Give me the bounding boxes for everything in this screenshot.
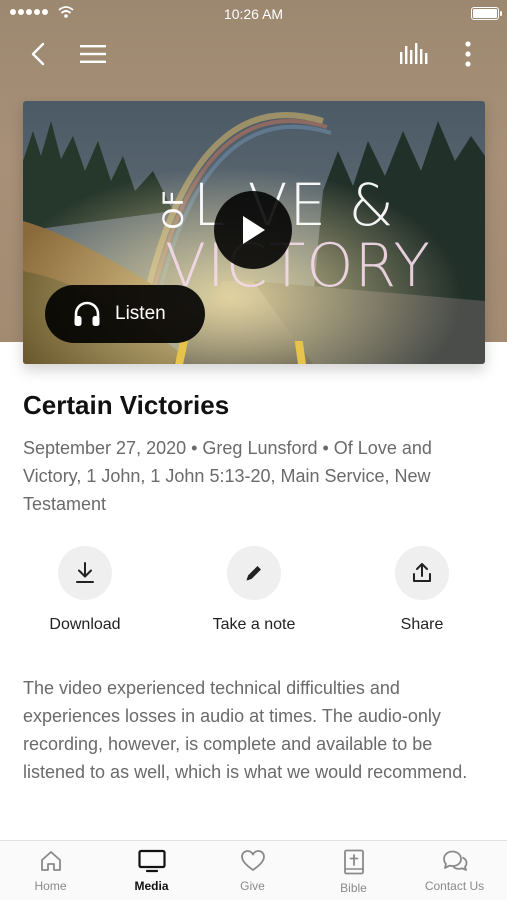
headphones-icon [74, 301, 100, 326]
more-button[interactable] [450, 36, 486, 72]
audio-bars-icon [400, 43, 428, 64]
tab-bible-label: Bible [340, 881, 367, 895]
tab-bar: Home Media Give Bible Contact Us [0, 840, 507, 900]
artwork-title-victory: VICTORY [165, 231, 432, 301]
note-icon-circle [227, 546, 281, 600]
take-note-label: Take a note [212, 616, 296, 633]
share-icon-circle [395, 546, 449, 600]
tv-icon [137, 849, 166, 873]
download-icon [76, 562, 94, 583]
tab-home[interactable]: Home [0, 849, 101, 893]
bible-icon [343, 849, 364, 875]
artwork-title-of: OF [156, 189, 190, 230]
tab-home-label: Home [34, 879, 67, 893]
tab-media[interactable]: Media [101, 849, 202, 893]
audio-button[interactable] [396, 36, 432, 72]
status-bar: 10:26 AM [0, 0, 507, 28]
tab-bible[interactable]: Bible [303, 849, 404, 895]
nav-bar [0, 32, 507, 74]
action-row: Download Take a note Share [0, 546, 507, 642]
menu-button[interactable] [75, 36, 111, 72]
share-label: Share [400, 616, 444, 633]
tab-contact-us[interactable]: Contact Us [404, 849, 505, 893]
download-button[interactable]: Download [15, 546, 155, 634]
listen-button[interactable]: Listen [45, 285, 205, 343]
download-icon-circle [58, 546, 112, 600]
play-icon [243, 216, 265, 244]
heart-icon [240, 850, 265, 871]
play-button[interactable] [214, 191, 292, 269]
tab-give[interactable]: Give [202, 849, 303, 893]
back-button[interactable] [20, 36, 56, 72]
share-icon [413, 563, 431, 582]
tab-give-label: Give [240, 879, 265, 893]
more-vertical-icon [465, 41, 471, 67]
listen-label: Listen [115, 303, 166, 324]
status-time: 10:26 AM [223, 6, 284, 22]
home-icon [40, 851, 61, 871]
take-note-button[interactable]: Take a note [184, 546, 324, 634]
hamburger-menu-icon [80, 45, 106, 63]
share-button[interactable]: Share [352, 546, 492, 634]
download-label: Download [49, 616, 121, 633]
tab-media-label: Media [134, 879, 169, 893]
chat-bubbles-icon [442, 850, 467, 871]
pencil-icon [246, 566, 261, 581]
chevron-left-icon [31, 42, 45, 66]
sermon-title: Certain Victories [23, 390, 230, 420]
sermon-meta: September 27, 2020 • Greg Lunsford • Of … [23, 438, 432, 514]
tab-contact-us-label: Contact Us [424, 879, 485, 893]
battery-icon [471, 7, 502, 20]
sermon-description: The video experienced technical difficul… [23, 678, 468, 782]
sermon-video-player[interactable]: OF L VE & VICTORY Listen [23, 101, 485, 364]
